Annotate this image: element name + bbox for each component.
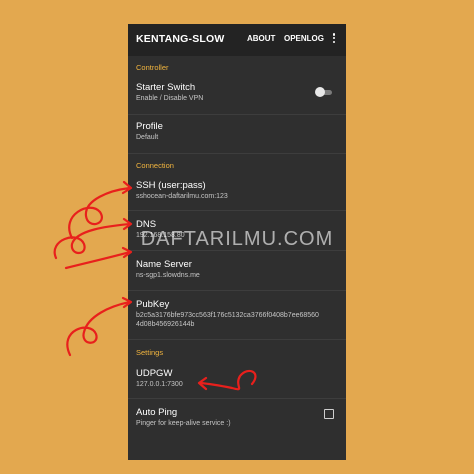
more-vert-icon[interactable] <box>331 32 337 46</box>
annotation-arrow-nameserver <box>64 250 132 270</box>
divider <box>128 153 346 154</box>
section-settings: Settings <box>136 348 164 357</box>
watermark-text: DAFTARILMU.COM <box>140 228 334 250</box>
pref-summary: Default <box>136 134 159 141</box>
openlog-button[interactable]: OPENLOG <box>284 34 324 43</box>
pref-summary-line1: b2c5a3176bfe973cc563f176c5132ca3766f0408… <box>136 312 319 319</box>
pref-summary: Pinger for keep-alive service :) <box>136 420 231 427</box>
pref-title: UDPGW <box>136 368 173 379</box>
section-controller: Controller <box>136 63 169 72</box>
pref-summary: Enable / Disable VPN <box>136 95 204 102</box>
pref-summary: ns-sgp1.slowdns.me <box>136 272 200 279</box>
pref-profile[interactable]: Profile Default <box>128 115 346 153</box>
pref-ssh[interactable]: SSH (user:pass) sshocean-daftarilmu.com:… <box>128 172 346 210</box>
pref-title: Name Server <box>136 259 192 270</box>
app-title: KENTANG-SLOW <box>136 33 225 45</box>
pref-summary-line2: 4d08b456926144b <box>136 321 195 328</box>
pref-title: PubKey <box>136 299 170 310</box>
divider <box>128 339 346 340</box>
pref-title: Starter Switch <box>136 82 196 93</box>
annotation-arrow-dns <box>53 222 132 260</box>
pref-summary: sshocean-daftarilmu.com:123 <box>136 193 228 200</box>
section-connection: Connection <box>136 161 174 170</box>
pref-name-server[interactable]: Name Server ns-sgp1.slowdns.me <box>128 251 346 289</box>
pref-title: Auto Ping <box>136 407 178 418</box>
vpn-toggle-switch[interactable] <box>315 87 333 97</box>
annotation-arrow-pubkey <box>66 300 132 357</box>
pref-pubkey[interactable]: PubKey b2c5a3176bfe973cc563f176c5132ca37… <box>128 291 346 339</box>
toggle-thumb <box>315 87 325 97</box>
pref-starter-switch[interactable]: Starter Switch Enable / Disable VPN <box>128 74 346 114</box>
pref-auto-ping[interactable]: Auto Ping Pinger for keep-alive service … <box>128 399 346 439</box>
pref-title: Profile <box>136 121 163 132</box>
app-bar: KENTANG-SLOW ABOUT OPENLOG <box>128 24 346 56</box>
auto-ping-checkbox[interactable] <box>324 409 334 419</box>
pref-udpgw[interactable]: UDPGW 127.0.0.1:7300 <box>128 360 346 398</box>
pref-summary: 127.0.0.1:7300 <box>136 381 183 388</box>
annotation-arrow-ssh <box>68 186 132 240</box>
about-button[interactable]: ABOUT <box>247 34 275 43</box>
pref-title: SSH (user:pass) <box>136 180 206 191</box>
